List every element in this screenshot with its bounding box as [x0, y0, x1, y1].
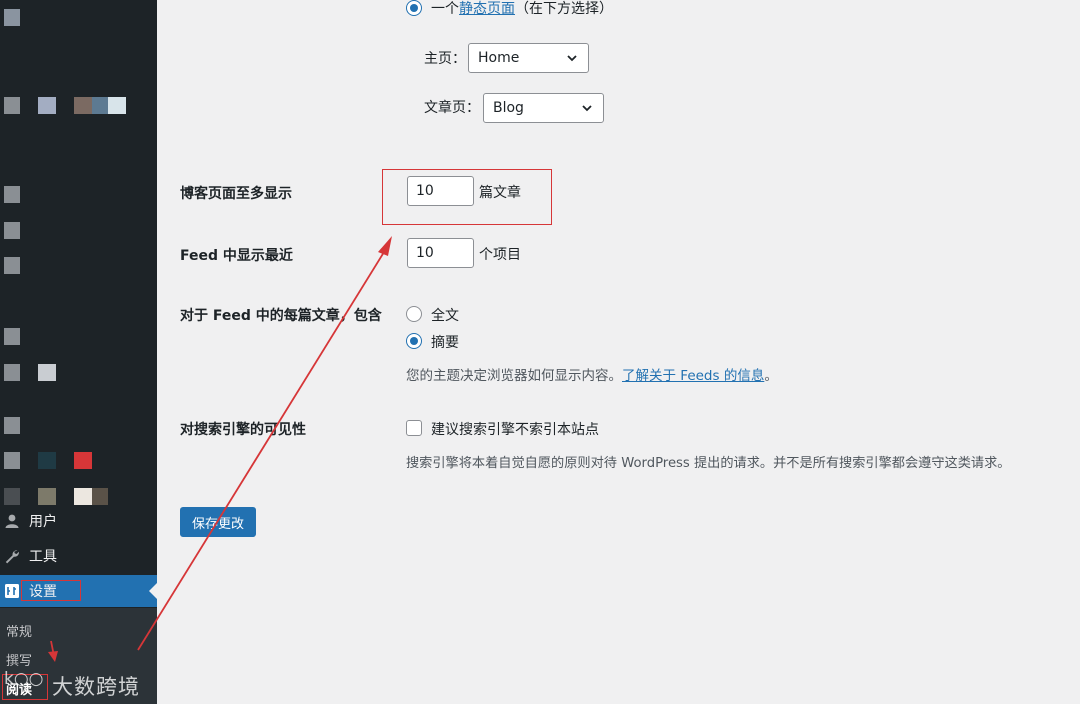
blurred-menu-icon — [38, 364, 56, 381]
search-visibility-label: 对搜索引擎的可见性 — [180, 422, 306, 438]
app-window: 用户 工具 设置 常规 撰写 阅读 大数跨境 k○○ 一个静态页面（在下方选择）… — [0, 0, 1080, 704]
blurred-menu-icon — [4, 364, 20, 381]
feed-items-unit: 个项目 — [479, 247, 521, 263]
blurred-menu-icon — [74, 452, 92, 469]
blurred-menu-icon — [4, 97, 20, 114]
blurred-menu-icon — [4, 257, 20, 274]
static-page-radio[interactable] — [406, 0, 422, 16]
blurred-menu-icon — [4, 452, 20, 469]
feed-summary-label: 摘要 — [431, 335, 459, 351]
submenu-item-general[interactable]: 常规 — [6, 621, 32, 640]
user-icon — [4, 513, 20, 529]
blurred-menu-icon — [4, 488, 20, 505]
settings-icon — [4, 583, 20, 599]
static-page-option: 一个静态页面（在下方选择） — [431, 0, 613, 18]
blurred-menu-icon — [38, 452, 56, 469]
blurred-menu-icon — [108, 97, 126, 114]
sidebar-item-label: 用户 — [29, 514, 57, 530]
blurred-menu-icon — [74, 488, 92, 505]
annotation-box-settings — [21, 580, 81, 601]
blurred-menu-icon — [4, 222, 20, 239]
chevron-down-icon — [566, 52, 578, 68]
annotation-box-posts-per-page — [382, 169, 552, 225]
reading-settings-panel — [157, 0, 1080, 704]
posts-page-select-value: Blog — [493, 100, 524, 116]
feed-full-text-label: 全文 — [431, 308, 459, 324]
feed-desc-suffix: 。 — [764, 368, 778, 384]
blurred-menu-icon — [38, 97, 56, 114]
static-page-suffix: （在下方选择） — [515, 1, 613, 17]
save-changes-button[interactable]: 保存更改 — [180, 507, 256, 537]
search-visibility-description: 搜索引擎将本着自觉自愿的原则对待 WordPress 提出的请求。并不是所有搜索… — [406, 456, 1011, 471]
feed-content-description: 您的主题决定浏览器如何显示内容。了解关于 Feeds 的信息。 — [406, 364, 778, 384]
feed-desc-text: 您的主题决定浏览器如何显示内容。 — [406, 368, 622, 384]
feed-items-value: 10 — [416, 245, 434, 261]
feed-summary-radio[interactable] — [406, 333, 422, 349]
blurred-menu-icon — [38, 488, 56, 505]
posts-page-select[interactable]: Blog — [483, 93, 604, 123]
sidebar-item-label: 工具 — [29, 549, 57, 565]
admin-sidebar: 用户 工具 设置 常规 撰写 阅读 大数跨境 k○○ — [0, 0, 157, 704]
homepage-select[interactable]: Home — [468, 43, 589, 73]
blurred-menu-icon — [4, 186, 20, 203]
static-page-prefix: 一个 — [431, 1, 459, 17]
annotation-box-reading — [2, 674, 48, 700]
submenu-item-writing[interactable]: 撰写 — [6, 650, 32, 669]
homepage-select-value: Home — [478, 50, 520, 66]
feed-content-label: 对于 Feed 中的每篇文章，包含 — [180, 308, 382, 324]
watermark-text: 大数跨境 — [52, 675, 140, 699]
feed-items-input[interactable]: 10 — [407, 238, 474, 268]
static-page-link[interactable]: 静态页面 — [459, 1, 515, 17]
blurred-menu-icon — [92, 97, 108, 114]
posts-page-label: 文章页： — [424, 100, 480, 116]
feed-recent-label: Feed 中显示最近 — [180, 248, 293, 264]
blurred-menu-icon — [4, 328, 20, 345]
blog-pages-label: 博客页面至多显示 — [180, 186, 292, 202]
discourage-search-checkbox[interactable] — [406, 420, 422, 436]
homepage-label: 主页： — [424, 51, 466, 67]
sidebar-item-users[interactable]: 用户 — [0, 505, 157, 537]
blurred-menu-icon — [74, 97, 92, 114]
blurred-menu-icon — [4, 9, 20, 26]
sidebar-item-tools[interactable]: 工具 — [0, 540, 157, 572]
feed-full-text-radio[interactable] — [406, 306, 422, 322]
feeds-info-link[interactable]: 了解关于 Feeds 的信息 — [622, 368, 764, 384]
wrench-icon — [4, 548, 20, 564]
chevron-down-icon — [581, 102, 593, 118]
discourage-search-label: 建议搜索引擎不索引本站点 — [431, 422, 599, 438]
blurred-menu-icon — [92, 488, 108, 505]
blurred-menu-icon — [4, 417, 20, 434]
